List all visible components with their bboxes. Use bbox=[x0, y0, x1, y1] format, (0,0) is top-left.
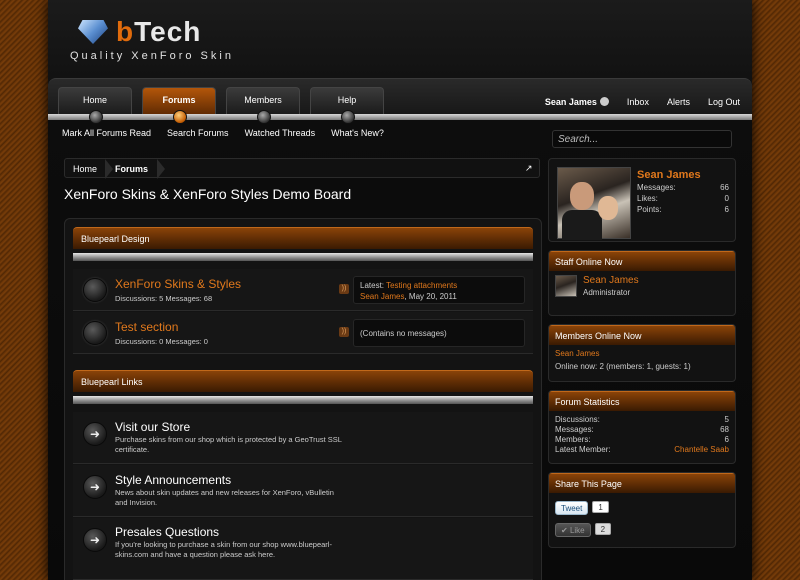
stat-members: Members: 6 bbox=[555, 435, 729, 444]
tab-home[interactable]: Home bbox=[58, 87, 132, 124]
staff-role: Administrator bbox=[583, 288, 631, 297]
avatar[interactable] bbox=[557, 167, 631, 240]
forum-read-icon bbox=[83, 278, 107, 302]
link-node-store: ➜ Visit our Store Purchase skins from ou… bbox=[73, 412, 533, 464]
link-arrow-icon: ➜ bbox=[83, 528, 107, 552]
breadcrumb-forums[interactable]: Forums bbox=[115, 164, 148, 174]
staff-online-box: Staff Online Now Sean James Administrato… bbox=[548, 250, 736, 316]
tweet-count: 1 bbox=[592, 501, 609, 513]
stat-discussions: Discussions: 5 bbox=[555, 415, 729, 424]
forum-stats: Discussions: 0 Messages: 0 bbox=[115, 337, 208, 346]
whats-new-link[interactable]: What's New? bbox=[331, 128, 384, 138]
latest-prefix: Latest: bbox=[360, 281, 385, 290]
latest-post: Latest: Testing attachments Sean James, … bbox=[353, 276, 525, 304]
logout-link[interactable]: Log Out bbox=[708, 97, 740, 107]
link-description: News about skin updates and new releases… bbox=[115, 488, 334, 507]
logo-tagline: Quality XenForo Skin bbox=[70, 50, 234, 62]
link-title[interactable]: Presales Questions bbox=[115, 525, 219, 539]
breadcrumb-separator bbox=[105, 159, 113, 179]
tab-members[interactable]: Members bbox=[226, 87, 300, 124]
inbox-link[interactable]: Inbox bbox=[627, 97, 649, 107]
search-forums-link[interactable]: Search Forums bbox=[167, 128, 229, 138]
user-bar: Sean James Inbox Alerts Log Out bbox=[545, 97, 740, 107]
tab-knob-icon bbox=[89, 110, 103, 124]
forum-stats-box: Forum Statistics Discussions: 5 Messages:… bbox=[548, 390, 736, 464]
members-online-box: Members Online Now Sean James Online now… bbox=[548, 324, 736, 382]
sub-navigation: Mark All Forums Read Search Forums Watch… bbox=[62, 128, 384, 138]
tab-knob-icon bbox=[257, 110, 271, 124]
latest-user-link[interactable]: Sean James bbox=[360, 292, 404, 301]
alerts-link[interactable]: Alerts bbox=[667, 97, 690, 107]
category-divider bbox=[73, 396, 533, 404]
forum-stats: Discussions: 5 Messages: 68 bbox=[115, 294, 213, 303]
page: bTech Quality XenForo Skin Home Forums M… bbox=[48, 0, 752, 580]
page-title: XenForo Skins & XenForo Styles Demo Boar… bbox=[64, 186, 352, 202]
visitor-panel: Sean James Messages: 66 Likes: 0 Points: 6 bbox=[548, 158, 736, 242]
breadcrumb-home[interactable]: Home bbox=[73, 164, 97, 174]
search-input[interactable]: Search... bbox=[552, 130, 732, 148]
forum-stats-title: Forum Statistics bbox=[549, 391, 735, 411]
profile-points: Points: 6 bbox=[637, 205, 729, 214]
link-node-presales: ➜ Presales Questions If you're looking t… bbox=[73, 518, 533, 580]
latest-member-link[interactable]: Chantelle Saab bbox=[674, 445, 729, 454]
online-member-link[interactable]: Sean James bbox=[555, 349, 729, 358]
profile-name[interactable]: Sean James bbox=[637, 169, 701, 181]
share-box: Share This Page Tweet 1 ✔ Like 2 bbox=[548, 472, 736, 548]
staff-online-title: Staff Online Now bbox=[549, 251, 735, 271]
avatar[interactable] bbox=[555, 275, 577, 297]
link-title[interactable]: Visit our Store bbox=[115, 420, 190, 434]
forum-read-icon bbox=[83, 321, 107, 345]
latest-post: (Contains no messages) bbox=[353, 319, 525, 347]
forum-title[interactable]: Test section bbox=[115, 320, 178, 334]
link-arrow-icon: ➜ bbox=[83, 475, 107, 499]
link-description: If you're looking to purchase a skin fro… bbox=[115, 540, 332, 559]
diamond-icon bbox=[78, 20, 108, 44]
rss-icon[interactable]: )) bbox=[339, 284, 349, 294]
mark-all-read-link[interactable]: Mark All Forums Read bbox=[62, 128, 151, 138]
forum-node-skins: XenForo Skins & Styles Discussions: 5 Me… bbox=[73, 269, 533, 311]
jump-menu-icon[interactable]: ↗ bbox=[525, 163, 535, 173]
link-node-announcements: ➜ Style Announcements News about skin up… bbox=[73, 465, 533, 517]
rss-icon[interactable]: )) bbox=[339, 327, 349, 337]
profile-messages: Messages: 66 bbox=[637, 183, 729, 192]
chevron-down-icon bbox=[599, 97, 609, 106]
main-navbar: Home Forums Members Help Sean James Inbo… bbox=[48, 78, 752, 124]
breadcrumb: Home Forums ↗ bbox=[64, 158, 540, 179]
staff-name[interactable]: Sean James bbox=[583, 275, 639, 286]
site-logo[interactable]: bTech Quality XenForo Skin bbox=[70, 16, 250, 70]
members-online-title: Members Online Now bbox=[549, 325, 735, 345]
tab-help[interactable]: Help bbox=[310, 87, 384, 124]
tab-knob-icon bbox=[341, 110, 355, 124]
tab-knob-icon bbox=[173, 110, 187, 124]
category-header[interactable]: Bluepearl Design bbox=[73, 227, 533, 249]
stat-latest-member: Latest Member: Chantelle Saab bbox=[555, 445, 729, 454]
logo-text: bTech bbox=[116, 16, 202, 47]
link-arrow-icon: ➜ bbox=[83, 422, 107, 446]
tab-forums[interactable]: Forums bbox=[142, 87, 216, 124]
category-header[interactable]: Bluepearl Links bbox=[73, 370, 533, 392]
forum-node-test: Test section Discussions: 0 Messages: 0 … bbox=[73, 312, 533, 354]
tweet-button[interactable]: Tweet bbox=[555, 501, 589, 515]
link-description: Purchase skins from our shop which is pr… bbox=[115, 435, 342, 454]
like-count: 2 bbox=[594, 523, 612, 535]
category-divider bbox=[73, 253, 533, 261]
watched-threads-link[interactable]: Watched Threads bbox=[245, 128, 316, 138]
stat-messages: Messages: 68 bbox=[555, 425, 729, 434]
breadcrumb-separator bbox=[157, 159, 165, 179]
online-summary: Online now: 2 (members: 1, guests: 1) bbox=[555, 362, 691, 371]
user-menu[interactable]: Sean James bbox=[545, 97, 609, 107]
link-title[interactable]: Style Announcements bbox=[115, 473, 231, 487]
latest-date: , May 20, 2011 bbox=[404, 292, 457, 301]
like-button[interactable]: ✔ Like bbox=[555, 523, 591, 537]
latest-thread-link[interactable]: Testing attachments bbox=[386, 281, 457, 290]
profile-likes: Likes: 0 bbox=[637, 194, 729, 203]
forum-title[interactable]: XenForo Skins & Styles bbox=[115, 277, 241, 291]
share-title: Share This Page bbox=[549, 473, 735, 493]
forum-list: Bluepearl Design XenForo Skins & Styles … bbox=[64, 218, 542, 580]
